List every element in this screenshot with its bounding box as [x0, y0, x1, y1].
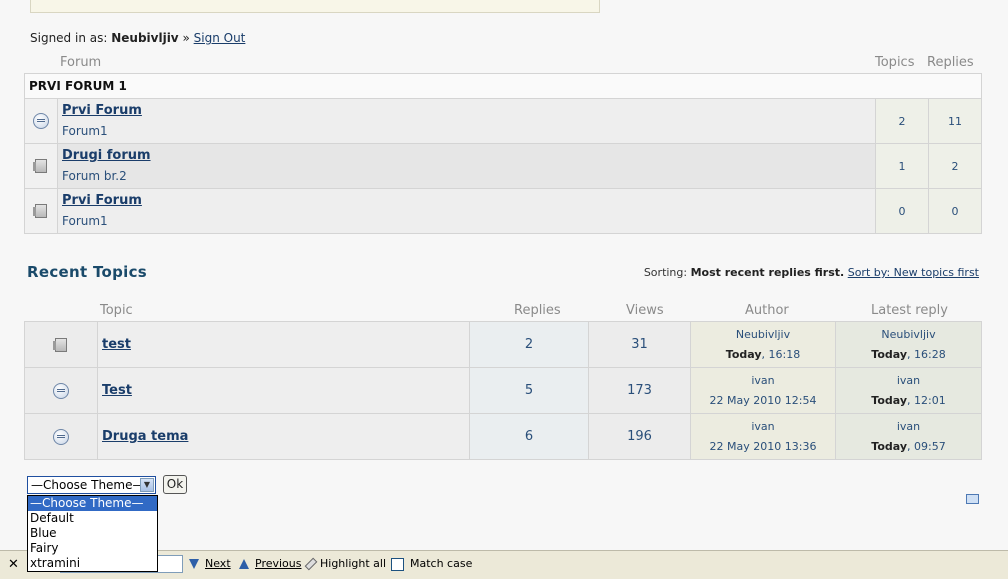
- signin-user: Neubivljiv: [111, 31, 179, 45]
- topic-replies: 6: [469, 413, 589, 460]
- author-date: 22 May 2010 13:36: [709, 439, 817, 453]
- author-date: , 16:18: [761, 347, 801, 361]
- col-replies-header: Replies: [927, 55, 974, 70]
- forum-description: Forum1: [62, 124, 108, 138]
- recent-topics-table: test 2 31 Neubivljiv Today, 16:18 Neubiv…: [24, 321, 982, 460]
- col-topics-header: Topics: [875, 55, 915, 70]
- topic-views: 196: [588, 413, 691, 460]
- signin-prefix: Signed in as:: [30, 31, 108, 45]
- highlight-all-button[interactable]: Highlight all: [304, 557, 387, 571]
- author-date: 22 May 2010 12:54: [709, 393, 817, 407]
- forum-table: PRVI FORUM 1 Prvi Forum Forum1 2 11 Drug…: [24, 73, 982, 234]
- latest-user: Neubivljiv: [881, 327, 936, 341]
- topic-row: Test 5 173 ivan 22 May 2010 12:54 ivan T…: [24, 367, 982, 414]
- theme-dropdown-list: —Choose Theme— Default Blue Fairy xtrami…: [27, 495, 158, 572]
- topic-replies: 5: [469, 367, 589, 414]
- col-views-header: Views: [626, 303, 664, 318]
- recent-topics-title: Recent Topics: [27, 263, 148, 281]
- topic-row: Druga tema 6 196 ivan 22 May 2010 13:36 …: [24, 413, 982, 460]
- top-panel-edge: [30, 0, 600, 13]
- arrow-down-icon: [189, 559, 199, 569]
- close-icon[interactable]: ✕: [8, 557, 19, 572]
- match-case-label: Match case: [410, 557, 473, 570]
- theme-option[interactable]: Default: [28, 511, 157, 526]
- signin-line: Signed in as: Neubivljiv » Sign Out: [30, 31, 245, 45]
- folder-icon: [33, 204, 47, 219]
- rss-icon[interactable]: [966, 494, 979, 504]
- forum-topics-count: 0: [875, 188, 929, 234]
- new-posts-icon: [53, 382, 69, 399]
- author-name: ivan: [751, 419, 775, 433]
- author-date-bold: Today: [725, 347, 762, 361]
- latest-date: , 16:28: [907, 347, 946, 361]
- topic-replies: 2: [469, 321, 589, 368]
- forum-category-title: PRVI FORUM 1: [24, 73, 982, 99]
- topic-views: 173: [588, 367, 691, 414]
- forum-description: Forum br.2: [62, 169, 127, 183]
- col-replies-header: Replies: [514, 303, 561, 318]
- new-posts-icon: [53, 428, 69, 445]
- author-name: Neubivljiv: [735, 327, 791, 341]
- forum-category-row: PRVI FORUM 1: [24, 73, 982, 99]
- arrow-up-icon: [239, 559, 249, 569]
- latest-date-bold: Today: [871, 439, 908, 453]
- find-previous-label: Previous: [255, 557, 302, 570]
- new-posts-icon: [33, 113, 49, 129]
- latest-user: ivan: [896, 419, 921, 433]
- latest-date: , 09:57: [907, 439, 946, 453]
- find-next-label: Next: [205, 557, 231, 570]
- folder-icon: [53, 337, 67, 352]
- find-next-button[interactable]: Next: [189, 557, 231, 570]
- topic-link[interactable]: Druga tema: [102, 429, 188, 444]
- forum-link[interactable]: Prvi Forum: [62, 102, 874, 120]
- signin-sep: »: [182, 31, 190, 45]
- sorting-label: Sorting:: [643, 266, 688, 279]
- forum-link[interactable]: Drugi forum: [62, 147, 874, 165]
- sort-new-topics-link[interactable]: Sort by: New topics first: [848, 266, 979, 279]
- sign-out-link[interactable]: Sign Out: [194, 31, 246, 45]
- col-forum-header: Forum: [60, 55, 102, 70]
- topic-link[interactable]: test: [102, 337, 131, 352]
- col-topic-header: Topic: [100, 303, 133, 318]
- highlight-all-label: Highlight all: [320, 557, 387, 570]
- latest-date-bold: Today: [871, 393, 908, 407]
- forum-row: Prvi Forum Forum1 2 11: [24, 98, 982, 144]
- latest-date: , 12:01: [907, 393, 946, 407]
- find-previous-button[interactable]: Previous: [239, 557, 302, 570]
- sorting-current: Most recent replies first.: [690, 266, 845, 279]
- forum-replies-count: 0: [928, 188, 982, 234]
- theme-option[interactable]: xtramini: [28, 556, 157, 571]
- forum-row: Drugi forum Forum br.2 1 2: [24, 143, 982, 189]
- folder-icon: [33, 159, 47, 174]
- forum-topics-count: 2: [875, 98, 929, 144]
- topic-row: test 2 31 Neubivljiv Today, 16:18 Neubiv…: [24, 321, 982, 368]
- topic-link[interactable]: Test: [102, 383, 132, 398]
- forum-replies-count: 11: [928, 98, 982, 144]
- chevron-down-icon[interactable]: ▼: [140, 478, 154, 492]
- theme-select[interactable]: —Choose Theme— ▼: [27, 476, 156, 494]
- forum-replies-count: 2: [928, 143, 982, 189]
- theme-ok-button[interactable]: Ok: [163, 475, 187, 494]
- topic-views: 31: [588, 321, 691, 368]
- theme-select-value: —Choose Theme—: [31, 478, 145, 492]
- forum-description: Forum1: [62, 214, 108, 228]
- col-latest-header: Latest reply: [871, 303, 948, 318]
- forum-row: Prvi Forum Forum1 0 0: [24, 188, 982, 234]
- author-name: ivan: [751, 373, 775, 387]
- theme-option[interactable]: —Choose Theme—: [28, 496, 157, 511]
- theme-option[interactable]: Blue: [28, 526, 157, 541]
- sorting-info: Sorting: Most recent replies first. Sort…: [644, 266, 979, 279]
- theme-option[interactable]: Fairy: [28, 541, 157, 556]
- latest-date-bold: Today: [871, 347, 908, 361]
- forum-link[interactable]: Prvi Forum: [62, 192, 874, 210]
- forum-topics-count: 1: [875, 143, 929, 189]
- col-author-header: Author: [745, 303, 789, 318]
- match-case-toggle[interactable]: Match case: [391, 557, 472, 571]
- checkbox[interactable]: [391, 557, 404, 571]
- latest-user: ivan: [896, 373, 921, 387]
- highlighter-icon: [304, 557, 318, 571]
